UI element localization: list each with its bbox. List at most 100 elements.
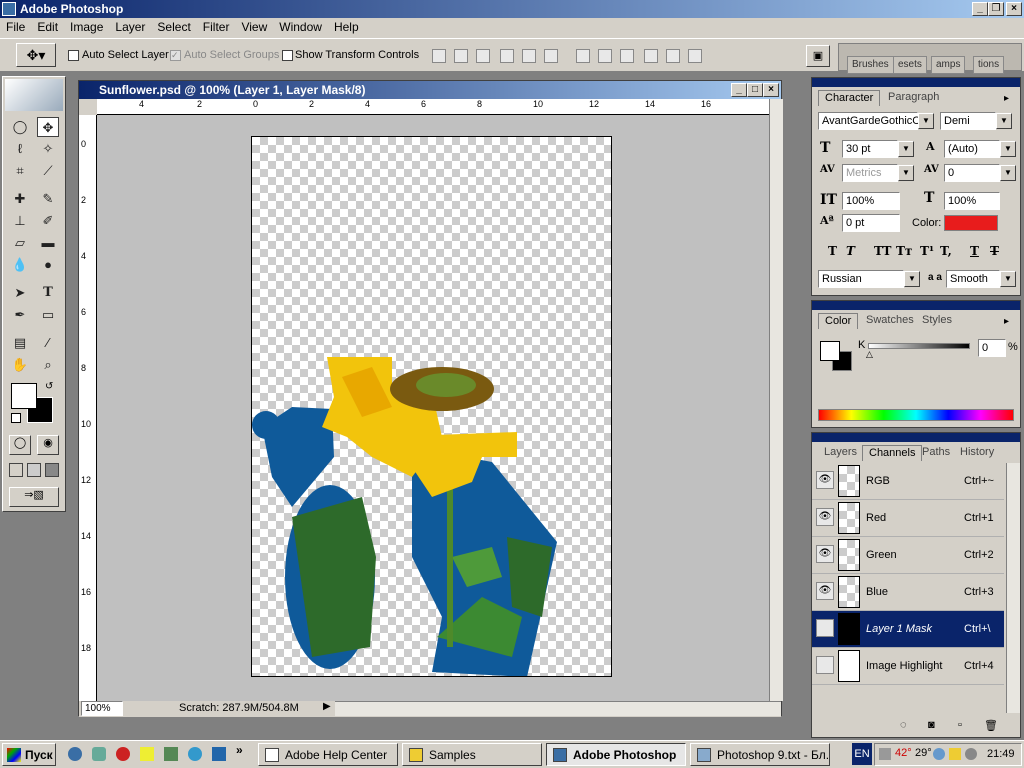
close-button[interactable]: × (1006, 2, 1022, 16)
jump-to-imageready-icon[interactable]: ⇒▧ (9, 487, 59, 507)
language-field[interactable]: Russian (818, 270, 904, 288)
blur-tool-icon[interactable]: 💧 (9, 255, 31, 275)
antialias-dropdown-icon[interactable]: ▼ (1000, 271, 1016, 287)
move-tool-icon[interactable]: ✥ (37, 117, 59, 137)
feather-logo[interactable] (5, 79, 63, 111)
channels-panel-titlebar[interactable] (812, 433, 1020, 442)
default-colors-icon[interactable] (11, 413, 21, 423)
distribute-hcenter-icon[interactable] (666, 49, 680, 63)
align-bottom-icon[interactable] (476, 49, 490, 63)
hand-tool-icon[interactable]: ✋ (9, 355, 31, 375)
load-channel-selection-icon[interactable]: ◌ (900, 719, 907, 731)
tracking-field[interactable]: 0 (944, 164, 1000, 182)
quicklaunch-globe-icon[interactable] (188, 747, 202, 761)
start-button[interactable]: Пуск (2, 743, 56, 766)
screen-mode-standard-icon[interactable] (9, 463, 23, 477)
color-panel-menu-icon[interactable]: ▸ (1004, 316, 1009, 327)
well-tab-presets[interactable]: esets (893, 56, 927, 74)
faux-bold-button[interactable]: T (828, 244, 837, 258)
menu-file[interactable]: File (0, 18, 31, 34)
minimize-button[interactable]: _ (972, 2, 988, 16)
font-size-dropdown-icon[interactable]: ▼ (898, 141, 914, 157)
auto-select-groups-checkbox[interactable]: ✓ (170, 50, 181, 61)
align-top-icon[interactable] (432, 49, 446, 63)
distribute-left-icon[interactable] (644, 49, 658, 63)
font-family-dropdown-icon[interactable]: ▼ (918, 113, 934, 129)
channel-row-green[interactable]: 👁 Green Ctrl+2 (812, 537, 1004, 574)
color-fg-swatch[interactable] (820, 341, 840, 361)
font-family-field[interactable]: AvantGardeGothicC (818, 112, 920, 130)
visibility-eye-icon[interactable]: 👁 (816, 508, 834, 526)
well-tab-comps[interactable]: amps (931, 56, 966, 74)
save-selection-channel-icon[interactable]: ◙ (928, 719, 935, 731)
file-browser-icon[interactable]: ▣ (806, 45, 830, 67)
channels-scrollbar[interactable] (1006, 463, 1020, 713)
menu-help[interactable]: Help (328, 18, 365, 34)
tool-preset-picker[interactable]: ✥▾ (16, 43, 56, 67)
zoom-field[interactable]: 100% (81, 701, 123, 716)
lasso-tool-icon[interactable]: ℓ (9, 139, 31, 159)
quicklaunch-chevron-icon[interactable]: » (236, 743, 243, 757)
quicklaunch-app-icon[interactable] (164, 747, 178, 761)
tray-app-icon[interactable] (933, 748, 945, 760)
tray-app-icon[interactable] (949, 748, 961, 760)
taskbar-adobe-photoshop[interactable]: Adobe Photoshop (546, 743, 686, 766)
k-value-field[interactable]: 0 (978, 339, 1006, 357)
healing-brush-icon[interactable]: ✚ (9, 189, 31, 209)
history-brush-icon[interactable]: ✐ (37, 211, 59, 231)
distribute-right-icon[interactable] (688, 49, 702, 63)
status-menu-arrow-icon[interactable]: ▶ (323, 701, 331, 712)
baseline-shift-field[interactable]: 0 pt (842, 214, 900, 232)
quick-mask-mode-icon[interactable]: ◉ (37, 435, 59, 455)
distribute-vcenter-icon[interactable] (598, 49, 612, 63)
vertical-scale-field[interactable]: 100% (842, 192, 900, 210)
all-caps-button[interactable]: TT (874, 244, 891, 258)
opera-icon[interactable] (116, 747, 130, 761)
tab-layers[interactable]: Layers (818, 445, 863, 461)
channel-row-layer-mask[interactable]: Layer 1 Mask Ctrl+\ (812, 611, 1004, 648)
kerning-field[interactable]: Metrics (842, 164, 898, 182)
screen-mode-full-menu-icon[interactable] (27, 463, 41, 477)
tab-swatches[interactable]: Swatches (860, 313, 920, 329)
language-indicator[interactable]: EN (852, 743, 872, 765)
font-style-field[interactable]: Demi (940, 112, 996, 130)
k-slider-handle-icon[interactable]: △ (866, 349, 873, 360)
tab-history[interactable]: History (954, 445, 1000, 461)
menu-window[interactable]: Window (273, 18, 328, 34)
screen-mode-full-icon[interactable] (45, 463, 59, 477)
auto-select-layer-checkbox[interactable] (68, 50, 79, 61)
menu-layer[interactable]: Layer (109, 18, 151, 34)
show-transform-controls-checkbox[interactable] (282, 50, 293, 61)
small-caps-button[interactable]: Tт (896, 244, 912, 258)
dodge-tool-icon[interactable]: ● (37, 255, 59, 275)
new-channel-icon[interactable]: ▫ (958, 719, 962, 731)
menu-select[interactable]: Select (151, 18, 196, 34)
tab-styles[interactable]: Styles (916, 313, 958, 329)
align-left-icon[interactable] (500, 49, 514, 63)
align-right-icon[interactable] (544, 49, 558, 63)
well-tab-brushes[interactable]: Brushes (847, 56, 894, 74)
leading-dropdown-icon[interactable]: ▼ (1000, 141, 1016, 157)
channel-row-image-highlight[interactable]: Image Highlight Ctrl+4 (812, 648, 1004, 685)
ie-icon[interactable] (68, 747, 82, 761)
eraser-tool-icon[interactable]: ▱ (9, 233, 31, 253)
foreground-color-swatch[interactable] (11, 383, 37, 409)
panel-menu-icon[interactable]: ▸ (1004, 93, 1009, 104)
doc-minimize-button[interactable]: _ (731, 83, 747, 97)
tab-channels[interactable]: Channels (862, 445, 923, 461)
tab-color[interactable]: Color (818, 313, 859, 329)
channel-row-rgb[interactable]: 👁 RGB Ctrl+~ (812, 463, 1004, 500)
doc-close-button[interactable]: × (763, 83, 779, 97)
menu-image[interactable]: Image (64, 18, 109, 34)
quicklaunch-app-icon[interactable] (140, 747, 154, 761)
font-size-field[interactable]: 30 pt (842, 140, 898, 158)
distribute-top-icon[interactable] (576, 49, 590, 63)
taskbar-samples[interactable]: Samples (402, 743, 542, 766)
visibility-eye-icon[interactable] (816, 656, 834, 674)
underline-button[interactable]: T (970, 244, 979, 258)
eyedropper-tool-icon[interactable]: ⁄ (37, 333, 59, 353)
image-canvas[interactable] (251, 136, 612, 677)
visibility-eye-icon[interactable]: 👁 (816, 471, 834, 489)
explorer-icon[interactable] (92, 747, 106, 761)
crop-tool-icon[interactable]: ⌗ (9, 161, 31, 181)
